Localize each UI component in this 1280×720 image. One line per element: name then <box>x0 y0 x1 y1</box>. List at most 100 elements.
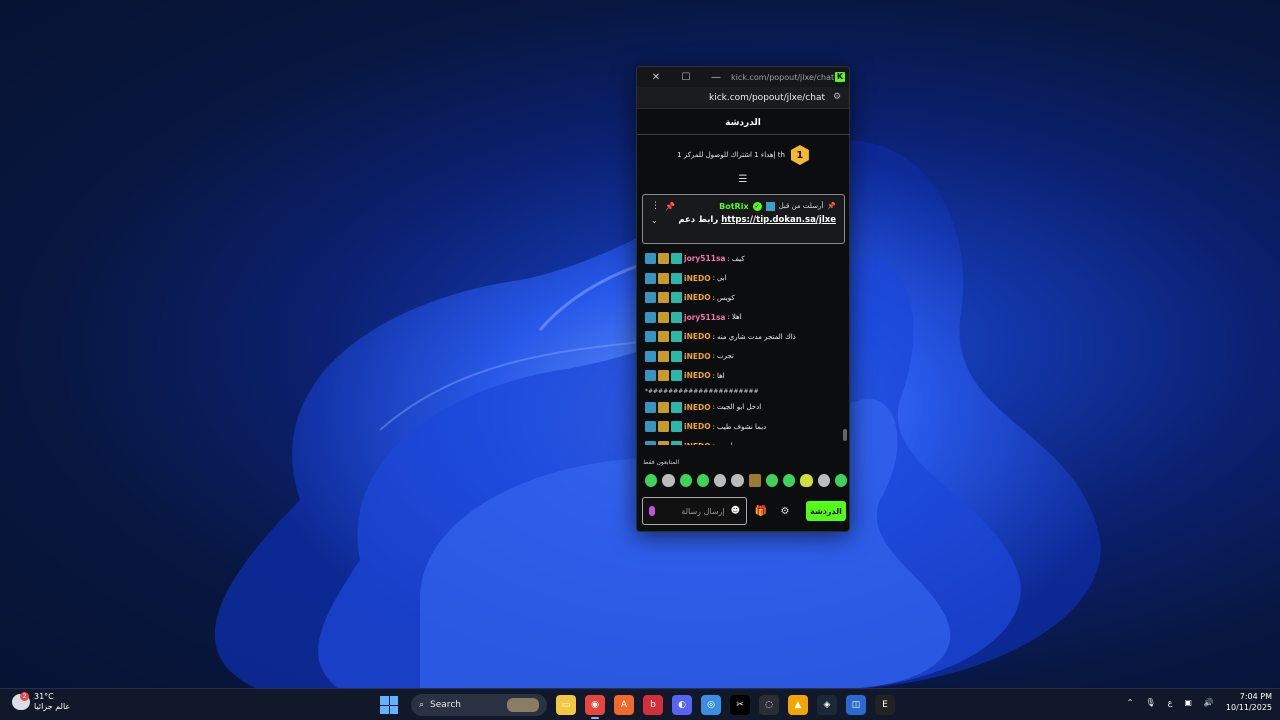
emote-icon[interactable] <box>765 473 778 487</box>
emote-icon[interactable] <box>731 473 744 487</box>
message-username[interactable]: iNEDO <box>684 332 711 341</box>
badge-icon <box>658 272 669 284</box>
taskbar-search[interactable]: ⌕ Search <box>411 694 547 716</box>
emote-icon[interactable] <box>696 473 709 487</box>
mic-tray-icon[interactable]: 🎙 <box>1145 698 1155 707</box>
app-a-icon[interactable]: A <box>614 695 634 715</box>
badge-icon <box>671 331 682 343</box>
search-highlight-icon <box>507 698 539 712</box>
collapse-icon[interactable]: ☰ <box>637 175 849 187</box>
start-button[interactable] <box>380 696 398 714</box>
app-b-icon[interactable]: b <box>643 695 663 715</box>
message-username[interactable]: iNEDO <box>684 274 711 283</box>
emote-icon[interactable] <box>800 473 813 487</box>
emote-icon[interactable] <box>783 473 796 487</box>
steam-icon[interactable]: ◈ <box>817 695 837 715</box>
browser-icon[interactable]: ◎ <box>701 695 721 715</box>
mic-icon[interactable] <box>649 506 655 516</box>
badge-icon <box>645 401 656 413</box>
emoji-icon[interactable]: ☻ <box>731 506 740 516</box>
emote-icon[interactable] <box>662 473 675 487</box>
badge-icon <box>645 350 656 362</box>
badge-icon <box>671 272 682 284</box>
app-flame-icon[interactable]: ▲ <box>788 695 808 715</box>
message-text: كويس <box>716 293 735 302</box>
message-text: *###################### <box>645 388 759 395</box>
more-options-icon[interactable]: ⋮ <box>651 201 661 211</box>
minimize-icon[interactable]: — <box>701 72 731 83</box>
weather-widget[interactable]: 2 31°C عالم جزائيا <box>12 692 70 712</box>
site-settings-icon[interactable]: ⚙ <box>831 92 843 104</box>
file-explorer-icon[interactable]: ▭ <box>556 695 576 715</box>
message-text: كيف <box>731 254 745 263</box>
chat-scrollbar[interactable] <box>843 429 847 441</box>
emote-icon[interactable] <box>748 473 761 487</box>
chat-message: jory511sa: كيف <box>645 249 839 269</box>
message-text: اهلا <box>731 313 742 322</box>
message-colon: : <box>712 332 715 341</box>
badge-icon <box>658 350 669 362</box>
message-username[interactable]: jory511sa <box>684 254 726 263</box>
emote-icon[interactable] <box>817 473 830 487</box>
message-colon: : <box>713 442 715 445</box>
message-text: ديما نشوف طيب <box>716 422 767 431</box>
epic-games-icon[interactable]: E <box>875 695 895 715</box>
chrome-icon[interactable]: ◉ <box>585 695 605 719</box>
message-username[interactable]: iNEDO <box>684 352 711 361</box>
capcut-icon[interactable]: ✂ <box>730 695 750 715</box>
message-colon: : <box>727 313 730 322</box>
send-chat-button[interactable]: الدردشة <box>806 501 846 521</box>
sub-goal-banner[interactable]: إهداء 1 اشتراك للوصول للمركز 1 th 1 <box>637 135 849 175</box>
network-icon[interactable]: ▣ <box>1184 698 1192 707</box>
pin-icon[interactable]: 📌 <box>665 202 675 211</box>
clock[interactable]: 7:04 PM 10/11/2025 <box>1226 691 1272 713</box>
chat-message: iNEDO: ديما نشوف طيب <box>645 417 839 437</box>
weather-icon: 2 <box>12 692 30 710</box>
message-username[interactable]: iNEDO <box>684 442 711 445</box>
badge-icon <box>658 253 669 265</box>
close-icon[interactable]: ✕ <box>641 72 671 83</box>
system-tray: ⌃ 🎙 ع ▣ 🔊 7:04 PM 10/11/2025 <box>1127 691 1272 713</box>
chat-message: iNEDO: ادخل ابو الجيت <box>645 398 839 418</box>
pinned-sent-label: أرسلت من قبل <box>778 202 824 210</box>
emote-icon[interactable] <box>834 473 847 487</box>
gift-icon[interactable]: 🎁 <box>751 501 771 521</box>
window-titlebar: ✕ ☐ — kick.com/popout/jlxe/chat - K <box>637 67 849 87</box>
weather-label: عالم جزائيا <box>34 702 71 711</box>
search-icon: ⌕ <box>419 700 425 710</box>
time: 7:04 PM <box>1239 692 1272 701</box>
discord-icon[interactable]: ◐ <box>672 695 692 715</box>
date: 10/11/2025 <box>1225 703 1272 712</box>
emote-icon[interactable] <box>714 473 727 487</box>
emote-icon[interactable] <box>679 473 692 487</box>
badge-icon <box>658 421 669 433</box>
message-username[interactable]: iNEDO <box>684 403 711 412</box>
badge-icon <box>671 401 682 413</box>
emote-icon[interactable] <box>645 473 658 487</box>
pinned-username[interactable]: BotRix <box>719 202 748 211</box>
chevron-up-icon[interactable]: ⌃ <box>1127 698 1134 707</box>
chat-input-bar: إرسال رسالة ☻ 🎁 ⚙ الدردشة <box>642 496 846 526</box>
app-blue-icon[interactable]: ◫ <box>846 695 866 715</box>
verified-icon: ✓ <box>752 201 762 211</box>
badge-icon <box>645 440 656 445</box>
message-text: يا جوه <box>717 442 735 445</box>
message-username[interactable]: iNEDO <box>684 293 711 302</box>
app-circle-icon[interactable]: ◌ <box>759 695 779 715</box>
message-username[interactable]: jory511sa <box>684 313 726 322</box>
maximize-icon[interactable]: ☐ <box>671 72 701 83</box>
chevron-down-icon[interactable]: ⌄ <box>651 216 658 225</box>
address-bar[interactable]: kick.com/popout/jlxe/chat ⚙ <box>637 87 849 109</box>
message-username[interactable]: iNEDO <box>684 371 711 380</box>
badge-icon <box>671 311 682 323</box>
chat-message-input[interactable]: إرسال رسالة ☻ <box>642 497 747 525</box>
message-colon: : <box>712 274 715 283</box>
language-indicator[interactable]: ع <box>1168 698 1173 707</box>
badge-icon <box>645 272 656 284</box>
pinned-link[interactable]: https://tip.dokan.sa/jlxe <box>721 215 836 225</box>
volume-icon[interactable]: 🔊 <box>1204 698 1214 707</box>
gear-icon[interactable]: ⚙ <box>775 501 795 521</box>
message-username[interactable]: iNEDO <box>684 422 711 431</box>
taskbar-apps: ⌕ Search ▭ ◉ A b ◐ ◎ ✂ ◌ ▲ ◈ ◫ E <box>380 693 895 719</box>
weather-badge: 2 <box>20 692 29 701</box>
